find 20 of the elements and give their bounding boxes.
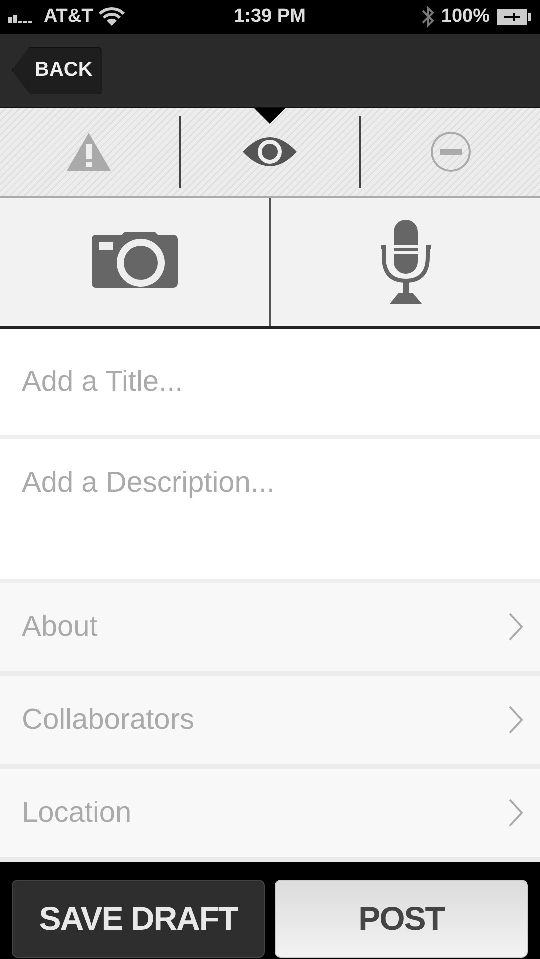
back-button[interactable]: BACK	[12, 46, 102, 94]
chevron-icon	[508, 612, 524, 642]
row-label: Collaborators	[22, 704, 194, 736]
chevron-icon	[508, 705, 524, 735]
warning-icon	[66, 132, 112, 172]
save-draft-button[interactable]: SAVE DRAFT	[12, 880, 265, 958]
battery-icon	[496, 8, 532, 26]
description-field[interactable]: Add a Description...	[0, 439, 540, 583]
chevron-icon	[508, 798, 524, 828]
row-label: Location	[22, 796, 132, 830]
eye-icon	[242, 135, 298, 169]
carrier-name: AT&T	[44, 6, 94, 28]
wifi-icon	[99, 7, 126, 27]
row-label: About	[22, 610, 98, 644]
clock-time: 1:39 PM	[234, 6, 306, 28]
title-field[interactable]: Add a Title...	[0, 329, 540, 439]
battery-percent: 100%	[441, 6, 490, 28]
minus-circle-icon	[430, 131, 472, 173]
post-button[interactable]: POST	[275, 880, 528, 958]
bluetooth-icon	[421, 5, 436, 29]
